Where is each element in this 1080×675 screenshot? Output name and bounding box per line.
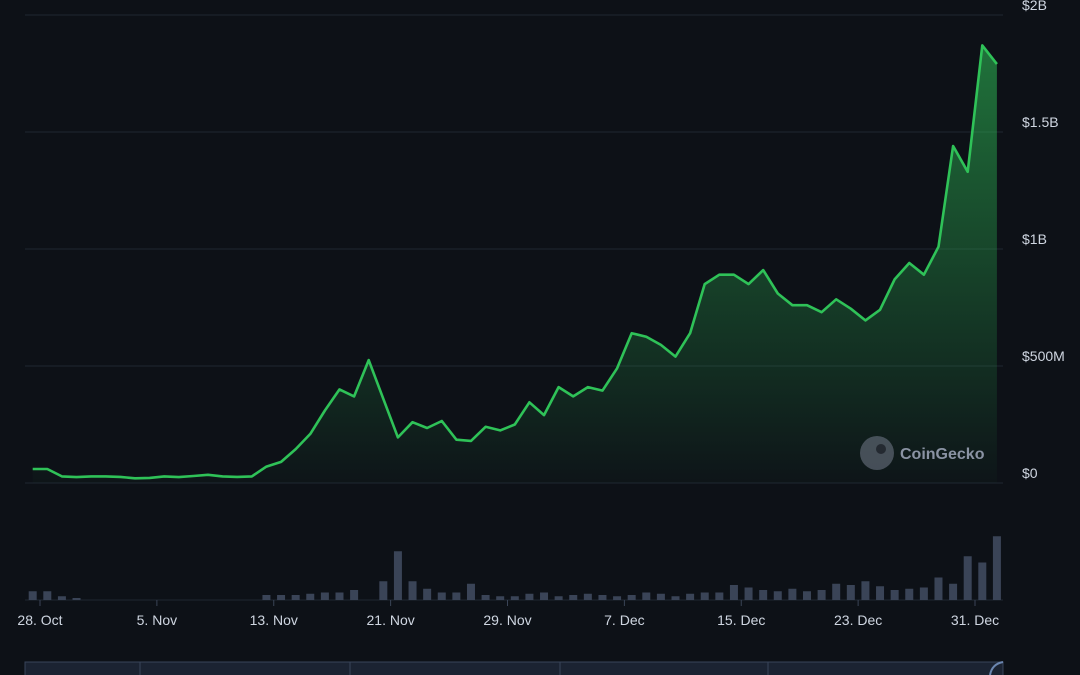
x-tick-label: 29. Nov [483, 612, 531, 628]
volume-bar [802, 591, 811, 600]
volume-bar [510, 596, 519, 600]
volume-bar [393, 551, 402, 600]
volume-bar [262, 595, 271, 600]
watermark-text: CoinGecko [900, 446, 985, 463]
volume-bar [788, 588, 797, 600]
volume-bar [919, 587, 928, 600]
volume-bar [978, 562, 987, 600]
volume-bar [613, 596, 622, 600]
volume-bar [320, 592, 329, 600]
volume-bar [744, 587, 753, 600]
volume-bar [934, 577, 943, 600]
volume-bar [890, 590, 899, 600]
volume-bar [992, 536, 1001, 600]
x-tick-label: 13. Nov [250, 612, 298, 628]
volume-bar [466, 583, 475, 600]
volume-bar [525, 593, 534, 600]
volume-bar [291, 595, 300, 600]
y-tick-label: $0 [1022, 465, 1038, 481]
x-tick-label: 5. Nov [137, 612, 177, 628]
volume-bar [627, 595, 636, 600]
market-cap-area [32, 45, 997, 484]
volume-bar [583, 593, 592, 600]
volume-bar [335, 592, 344, 600]
grid-lines [25, 14, 1003, 601]
x-tick-label: 7. Dec [604, 612, 644, 628]
y-tick-label: $1.5B [1022, 114, 1059, 130]
volume-bar [540, 592, 549, 600]
volume-bar [598, 595, 607, 600]
x-tick-label: 23. Dec [834, 612, 882, 628]
volume-bar [481, 595, 490, 600]
volume-bars [28, 536, 1001, 600]
volume-bar [759, 590, 768, 600]
x-tick-label: 21. Nov [367, 612, 415, 628]
y-axis-ticks: $0 $500M $1B $1.5B $2B [1022, 0, 1065, 481]
volume-bar [700, 592, 709, 600]
volume-bar [773, 591, 782, 600]
volume-bar [846, 585, 855, 600]
volume-bar [408, 581, 417, 600]
volume-bar [656, 593, 665, 600]
x-tick-label: 28. Oct [17, 612, 62, 628]
volume-bar [671, 596, 680, 600]
volume-bar [832, 583, 841, 600]
volume-bar [72, 598, 81, 600]
volume-bar [905, 588, 914, 600]
x-tick-label: 15. Dec [717, 612, 765, 628]
volume-bar [686, 593, 695, 600]
x-tick-label: 31. Dec [951, 612, 999, 628]
volume-bar [277, 595, 286, 600]
volume-bar [306, 593, 315, 600]
volume-bar [496, 596, 505, 600]
volume-bar [569, 595, 578, 600]
y-tick-label: $500M [1022, 348, 1065, 364]
volume-bar [861, 581, 870, 600]
y-tick-label: $2B [1022, 0, 1047, 13]
volume-bar [715, 592, 724, 600]
volume-bar [379, 581, 388, 600]
volume-bar [57, 596, 66, 600]
volume-bar [43, 591, 52, 600]
volume-bar [554, 596, 563, 600]
x-axis-ticks: 28. Oct 5. Nov 13. Nov 21. Nov 29. Nov 7. Dec… [17, 600, 999, 628]
y-tick-label: $1B [1022, 231, 1047, 247]
volume-bar [817, 590, 826, 600]
volume-bar [963, 556, 972, 600]
volume-bar [876, 586, 885, 600]
volume-bar [452, 592, 461, 600]
volume-bar [729, 585, 738, 600]
volume-bar [642, 592, 651, 600]
market-cap-chart: $0$500M$1B$1.5B$2B 28. Oct 5. Nov 13. Nov 2… [17, 0, 1065, 675]
coingecko-logo-eye [876, 444, 886, 454]
coingecko-logo-icon [860, 436, 894, 470]
volume-bar [949, 583, 958, 600]
volume-bar [423, 588, 432, 600]
volume-bar [28, 591, 37, 600]
volume-bar [437, 592, 446, 600]
navigator-bar[interactable] [24, 661, 1004, 675]
volume-bar [350, 590, 359, 600]
